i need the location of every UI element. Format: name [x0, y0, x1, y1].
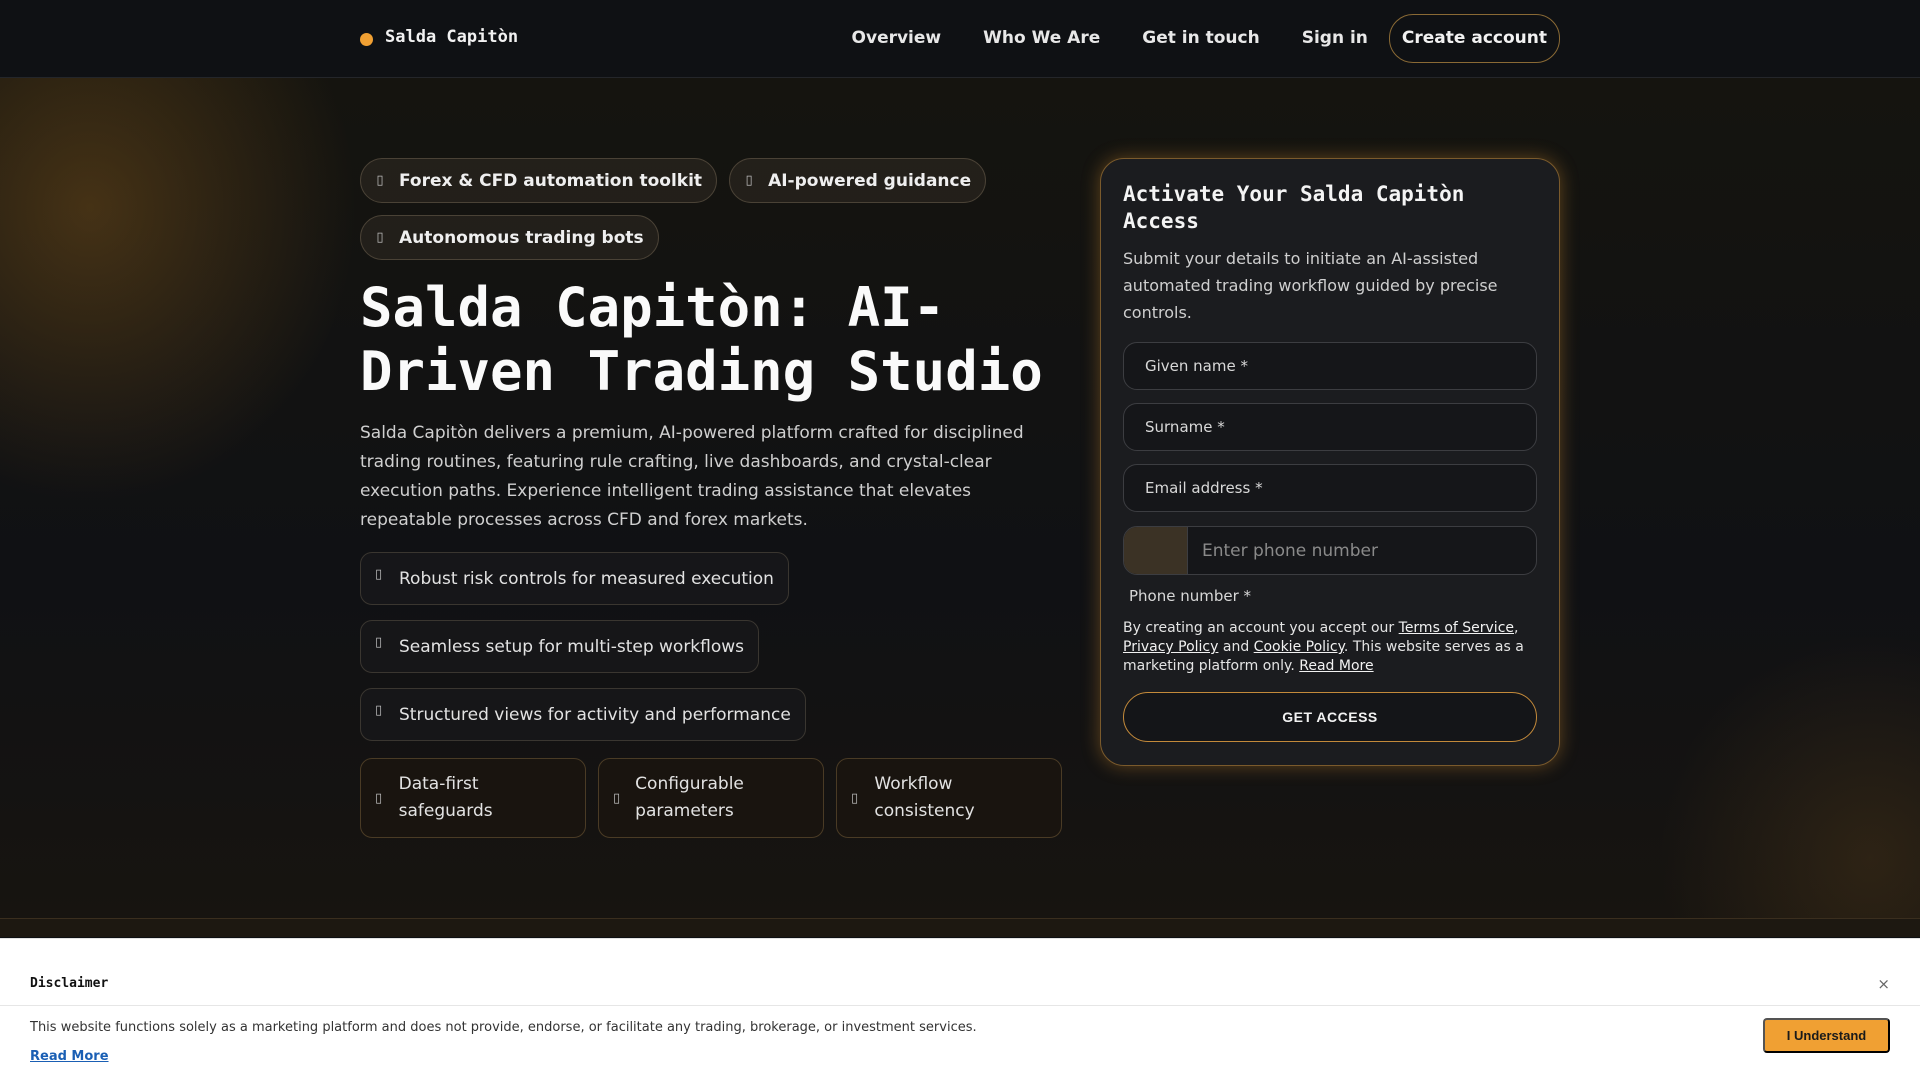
- disclaimer-title: Disclaimer: [30, 976, 109, 991]
- feature-item: ▯ Seamless setup for multi-step workflow…: [360, 620, 760, 673]
- lock-icon: ▯: [375, 790, 383, 806]
- surname-field[interactable]: Surname *: [1123, 403, 1537, 451]
- brand-name: Salda Capitòn: [385, 27, 519, 47]
- tile-label: Workflow consistency: [874, 774, 975, 821]
- chart-icon: ▯: [376, 173, 384, 188]
- nav-link-who-we-are[interactable]: Who We Are: [962, 14, 1121, 63]
- email-label: Email address *: [1145, 479, 1263, 497]
- repeat-icon: ▯: [851, 790, 859, 806]
- hero-title: Salda Capitòn: AI-Driven Trading Studio: [360, 276, 1043, 403]
- terms-link[interactable]: Terms of Service: [1399, 620, 1514, 636]
- legal-text: By creating an account you accept our Te…: [1123, 620, 1524, 674]
- surname-label: Surname *: [1145, 418, 1225, 436]
- sliders-icon: ▯: [613, 790, 621, 806]
- feature-list: ▯ Robust risk controls for measured exec…: [360, 552, 806, 741]
- disclaimer-read-more-link[interactable]: Read More: [30, 1049, 109, 1064]
- tile-data-safeguards: ▯ Data-first safeguards: [360, 758, 586, 838]
- create-account-button[interactable]: Create account: [1388, 14, 1560, 63]
- phone-input[interactable]: [1188, 527, 1536, 574]
- disclaimer-header: Disclaimer ×: [0, 939, 1920, 1006]
- nav-link-overview[interactable]: Overview: [831, 14, 963, 63]
- nav-link-sign-in[interactable]: Sign in: [1281, 14, 1389, 63]
- brand-dot-icon: [360, 32, 373, 46]
- spark-icon: ▯: [745, 173, 753, 188]
- get-access-button[interactable]: GET ACCESS: [1123, 692, 1537, 742]
- dashboard-icon: ▯: [375, 703, 383, 718]
- top-navbar: Salda Capitòn Overview Who We Are Get in…: [0, 0, 1920, 78]
- shield-icon: ▯: [375, 567, 383, 582]
- nav-links: Overview Who We Are Get in touch Sign in…: [831, 14, 1560, 63]
- feature-label: Structured views for activity and perfor…: [399, 704, 791, 725]
- feature-label: Seamless setup for multi-step workflows: [399, 636, 745, 657]
- i-understand-button[interactable]: I Understand: [1763, 1018, 1890, 1053]
- disclaimer-banner: Disclaimer × This website functions sole…: [0, 938, 1920, 1080]
- tile-configurable-parameters: ▯ Configurable parameters: [598, 758, 824, 838]
- form-subtitle: Submit your details to initiate an AI-as…: [1123, 249, 1498, 322]
- hero-pills: ▯ Forex & CFD automation toolkit ▯ AI-po…: [360, 158, 1080, 260]
- nav-link-get-in-touch[interactable]: Get in touch: [1121, 14, 1280, 63]
- pill-ai-guidance: ▯ AI-powered guidance: [729, 158, 987, 203]
- privacy-link[interactable]: Privacy Policy: [1123, 639, 1218, 655]
- pill-label: Forex & CFD automation toolkit: [399, 170, 703, 191]
- pill-forex-toolkit: ▯ Forex & CFD automation toolkit: [360, 158, 718, 203]
- form-title: Activate Your Salda Capitòn Access: [1123, 182, 1465, 233]
- close-icon[interactable]: ×: [1877, 975, 1890, 993]
- phone-field: [1123, 526, 1537, 575]
- phone-label: Phone number *: [1129, 587, 1252, 605]
- legal-prefix: By creating an account you accept our: [1123, 620, 1395, 636]
- feature-item: ▯ Robust risk controls for measured exec…: [360, 552, 789, 605]
- hero-description: Salda Capitòn delivers a premium, AI-pow…: [360, 423, 1024, 530]
- workflow-icon: ▯: [375, 635, 383, 650]
- feature-tiles: ▯ Data-first safeguards ▯ Configurable p…: [360, 758, 1062, 838]
- disclaimer-text: This website functions solely as a marke…: [30, 1020, 977, 1035]
- robot-icon: ▯: [376, 230, 384, 245]
- pill-trading-bots: ▯ Autonomous trading bots: [360, 215, 659, 260]
- tile-workflow-consistency: ▯ Workflow consistency: [836, 758, 1062, 838]
- brand-logo[interactable]: Salda Capitòn: [360, 27, 518, 47]
- signup-form-card: Activate Your Salda Capitòn Access Submi…: [1100, 158, 1560, 766]
- country-code-selector[interactable]: [1124, 527, 1188, 574]
- section-strip: [0, 919, 1920, 937]
- feature-label: Robust risk controls for measured execut…: [399, 568, 774, 589]
- feature-item: ▯ Structured views for activity and perf…: [360, 688, 806, 741]
- given-name-field[interactable]: Given name *: [1123, 342, 1537, 390]
- given-name-label: Given name *: [1145, 357, 1248, 375]
- tile-label: Configurable parameters: [635, 774, 744, 821]
- read-more-link[interactable]: Read More: [1299, 658, 1373, 674]
- pill-label: AI-powered guidance: [768, 170, 972, 191]
- tile-label: Data-first safeguards: [398, 774, 493, 821]
- cookie-link[interactable]: Cookie Policy: [1254, 639, 1344, 655]
- legal-and: and: [1222, 639, 1250, 655]
- email-field[interactable]: Email address *: [1123, 464, 1537, 512]
- pill-label: Autonomous trading bots: [399, 227, 644, 248]
